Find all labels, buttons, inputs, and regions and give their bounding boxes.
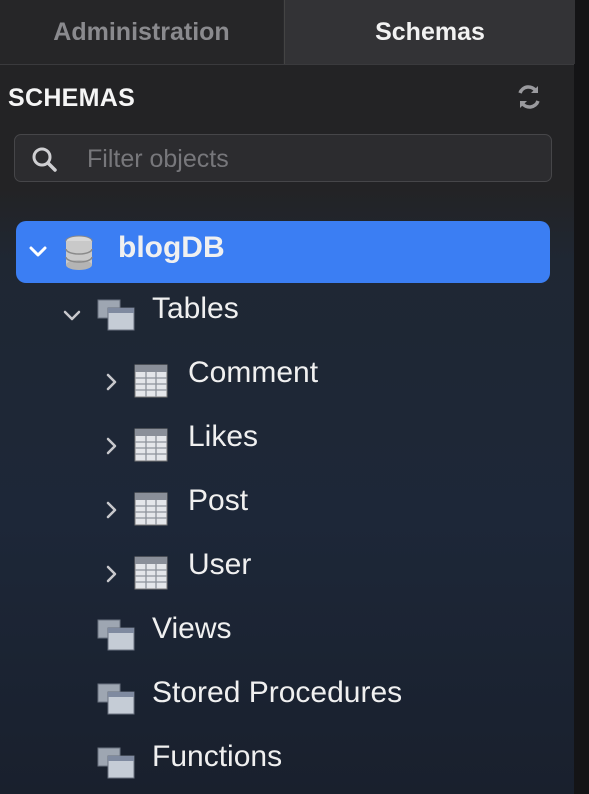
search-icon <box>32 147 57 172</box>
table-icon <box>134 492 168 526</box>
chevron-right-icon[interactable] <box>104 564 118 584</box>
tree-node-blogdb[interactable]: blogDB <box>16 221 550 283</box>
tree-node-functions[interactable]: Functions <box>0 726 574 786</box>
tab-bar: Administration Schemas <box>0 0 575 65</box>
chevron-down-icon[interactable] <box>62 308 82 324</box>
tree-node-tables[interactable]: Tables <box>0 278 574 338</box>
filter-input[interactable] <box>85 140 529 178</box>
tree-node-table[interactable]: Post <box>0 470 574 530</box>
tree-node-label: blogDB <box>118 231 225 264</box>
tree-node-label: Likes <box>188 420 259 453</box>
tree-node-label: Post <box>188 484 249 517</box>
schemas-header: SCHEMAS <box>0 64 574 128</box>
folder-group-icon <box>97 683 135 715</box>
tab-schemas[interactable]: Schemas <box>284 0 575 64</box>
tree-node-label: Tables <box>152 292 239 325</box>
tree-node-table[interactable]: Comment <box>0 342 574 402</box>
tree-node-label: Comment <box>188 356 319 389</box>
tree-node-stored-procedures[interactable]: Stored Procedures <box>0 662 574 722</box>
folder-group-icon <box>97 747 135 779</box>
tree-node-views[interactable]: Views <box>0 598 574 658</box>
panel-divider <box>574 0 589 794</box>
tree-node-label: Views <box>152 612 232 645</box>
chevron-right-icon[interactable] <box>104 372 118 392</box>
chevron-right-icon[interactable] <box>104 436 118 456</box>
table-icon <box>134 364 168 398</box>
tab-administration[interactable]: Administration <box>0 0 283 64</box>
filter-box <box>14 134 552 182</box>
refresh-icon[interactable] <box>514 84 544 110</box>
database-icon <box>65 235 93 270</box>
tree-node-label: User <box>188 548 252 581</box>
tree-node-label: Functions <box>152 740 283 773</box>
tree-node-table[interactable]: Likes <box>0 406 574 466</box>
schemas-title: SCHEMAS <box>8 84 136 112</box>
tree-node-table[interactable]: User <box>0 534 574 594</box>
tree-node-label: Stored Procedures <box>152 676 403 709</box>
folder-group-icon <box>97 619 135 651</box>
table-icon <box>134 556 168 590</box>
table-icon <box>134 428 168 462</box>
chevron-right-icon[interactable] <box>104 500 118 520</box>
chevron-down-icon[interactable] <box>28 242 48 262</box>
folder-group-icon <box>97 299 135 331</box>
